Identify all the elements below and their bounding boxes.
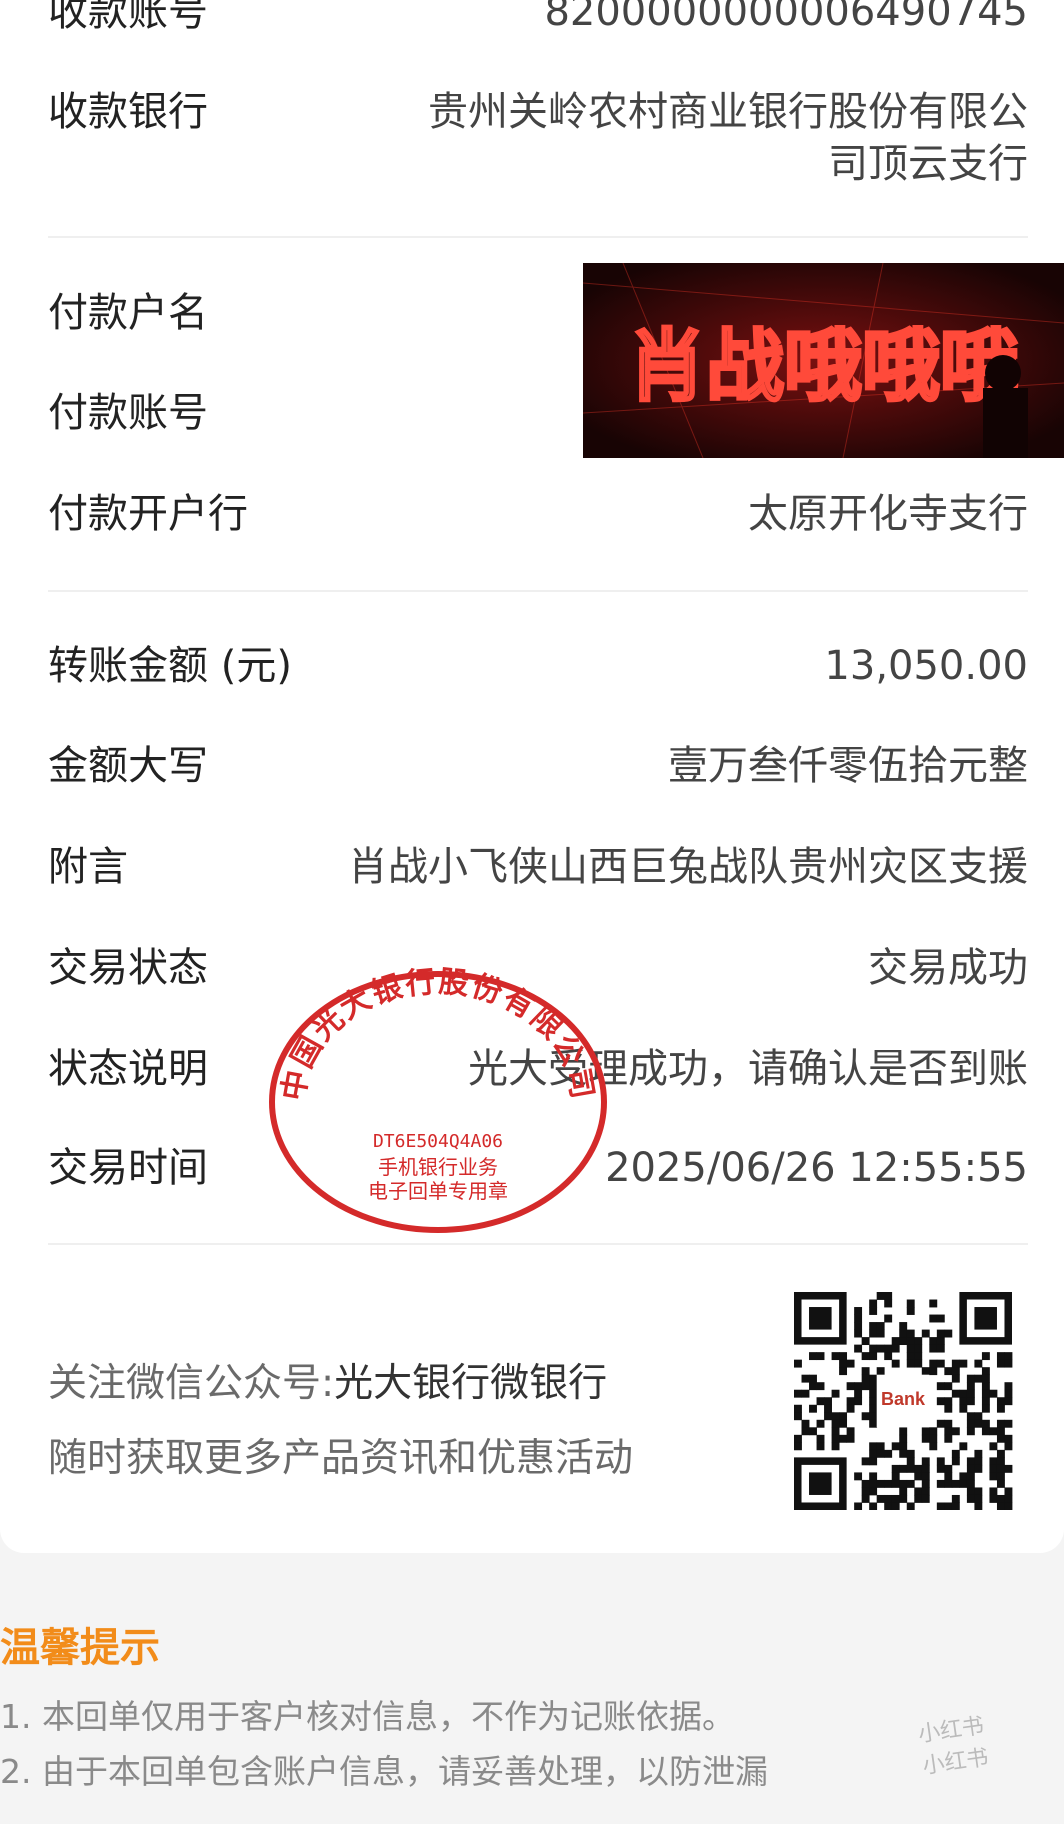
wechat-follow-subtitle: 随时获取更多产品资讯和优惠活动 xyxy=(48,1436,634,1481)
red-circular-seal: 中国光大银行股份有限公司 DT6E504Q4A06 手机银行业务 电子回单专用章 xyxy=(254,962,622,1237)
memo-value: 肖战小飞侠山西巨兔战队贵州灾区支援 xyxy=(348,844,1028,890)
payer-bank-label: 付款开户行 xyxy=(48,491,248,537)
qr-code-graphic: Bank xyxy=(794,1292,1013,1511)
amount-label: 转账金额 (元) xyxy=(48,643,292,689)
payee-bank-label: 收款银行 xyxy=(48,89,208,135)
amount-words-value: 壹万叁仟零伍拾元整 xyxy=(668,743,1028,789)
qr-logo-text: Bank xyxy=(881,1389,926,1409)
divider xyxy=(48,1243,1028,1245)
payee-bank-value: 贵州关岭农村商业银行股份有限公 司顶云支行 xyxy=(428,86,1028,190)
banner-text: 肖战哦哦哦 xyxy=(628,322,1018,412)
status-label: 交易状态 xyxy=(48,945,208,991)
receipt-card: 收款账号 8200000000006490745 收款银行 贵州关岭农村商业银行… xyxy=(0,0,1064,1553)
divider xyxy=(48,236,1028,238)
wechat-account-name[interactable]: 光大银行微银行 xyxy=(334,1361,607,1406)
payee-bank-value-line2: 司顶云支行 xyxy=(828,141,1028,187)
tips-title: 温馨提示 xyxy=(0,1625,160,1671)
seal-line2: 电子回单专用章 xyxy=(368,1179,508,1203)
seal-line1: 手机银行业务 xyxy=(378,1155,498,1179)
time-value: 2025/06/26 12:55:55 xyxy=(605,1145,1028,1191)
wechat-follow-prefix: 关注微信公众号: xyxy=(48,1361,335,1406)
wechat-follow-line: 关注微信公众号:光大银行微银行 xyxy=(48,1352,607,1408)
amount-value: 13,050.00 xyxy=(824,643,1028,689)
payee-bank-value-line1: 贵州关岭农村商业银行股份有限公 xyxy=(428,89,1028,135)
divider xyxy=(48,590,1028,592)
status-desc-label: 状态说明 xyxy=(48,1046,208,1092)
amount-words-label: 金额大写 xyxy=(48,743,208,789)
payer-bank-value: 太原开化寺支行 xyxy=(748,491,1028,537)
watermark: 小红书 小红书 xyxy=(916,1708,990,1781)
seal-arc-text: 中国光大银行股份有限公司 xyxy=(276,964,600,1103)
seal-graphic: 中国光大银行股份有限公司 DT6E504Q4A06 手机银行业务 电子回单专用章 xyxy=(269,964,607,1233)
time-label: 交易时间 xyxy=(48,1145,208,1191)
payee-account-value: 8200000000006490745 xyxy=(544,0,1028,35)
tip-item: 2. 由于本回单包含账户信息，请妥善处理，以防泄漏 xyxy=(0,1752,768,1791)
payer-account-label: 付款账号 xyxy=(48,390,208,436)
memo-label: 附言 xyxy=(48,844,128,890)
tip-item: 1. 本回单仅用于客户核对信息，不作为记账依据。 xyxy=(0,1697,735,1736)
red-neon-banner-image: 肖战哦哦哦 xyxy=(583,263,1064,458)
qr-code[interactable]: Bank xyxy=(794,1292,1014,1511)
seal-code: DT6E504Q4A06 xyxy=(373,1131,503,1152)
status-value: 交易成功 xyxy=(868,945,1028,991)
payee-bank-row: 收款银行 贵州关岭农村商业银行股份有限公 司顶云支行 xyxy=(48,86,1028,196)
payee-account-label: 收款账号 xyxy=(48,0,208,35)
banner-graphic: 肖战哦哦哦 xyxy=(583,263,1064,458)
payer-name-label: 付款户名 xyxy=(48,290,208,336)
